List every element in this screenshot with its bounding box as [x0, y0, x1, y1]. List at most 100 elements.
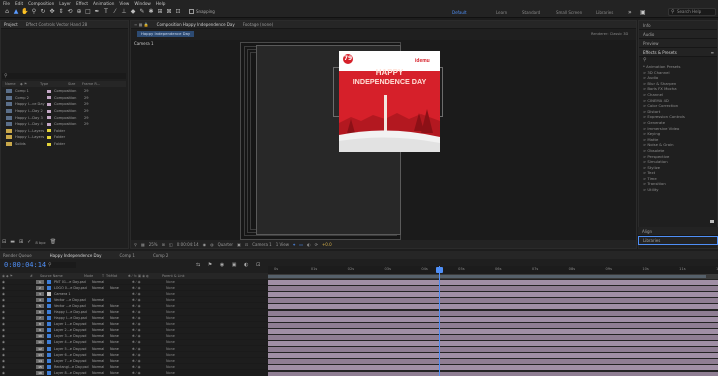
- orbit-camera-icon[interactable]: ↻: [39, 8, 47, 16]
- layer-name[interactable]: Vector ...e Day.psd: [54, 304, 92, 308]
- snapping-toggle[interactable]: Snapping: [189, 9, 215, 14]
- resolution-select[interactable]: Quarter: [218, 242, 233, 247]
- align-panel-tab[interactable]: Align: [638, 227, 718, 236]
- track-matte-select[interactable]: None: [110, 365, 132, 369]
- layer-switches[interactable]: ✱ ⁄ ◉: [132, 371, 166, 375]
- layer-duration-bar[interactable]: [268, 322, 718, 328]
- preview-panel-tab[interactable]: Preview: [639, 39, 717, 48]
- av-switches-header[interactable]: ◉ ◆ ⚑: [0, 274, 30, 278]
- new-folder-icon[interactable]: ▬: [10, 239, 15, 245]
- label-color-swatch[interactable]: [47, 102, 51, 106]
- visibility-eye-icon[interactable]: ◉: [0, 310, 10, 314]
- workspace-menu-icon[interactable]: »: [628, 6, 632, 18]
- layer-switches[interactable]: ✱ ⁄ ◉: [132, 347, 166, 351]
- layer-name[interactable]: Layer 3...e Day.psd: [54, 334, 92, 338]
- menu-view[interactable]: View: [119, 1, 129, 6]
- track-matte-select[interactable]: None: [110, 286, 132, 290]
- visibility-eye-icon[interactable]: ◉: [0, 286, 10, 290]
- project-item[interactable]: Happy I...Day 4 Composition 29: [2, 121, 126, 128]
- layer-mode-select[interactable]: Normal: [92, 371, 110, 375]
- workspace-libraries[interactable]: Libraries: [596, 6, 613, 18]
- layer-switches[interactable]: ✱ ⁄ ◉: [132, 359, 166, 363]
- puppet-pin-icon[interactable]: ✱: [147, 8, 155, 16]
- poster-artwork[interactable]: 79 idemu HAPPY INDEPENDENCE DAY: [339, 51, 440, 152]
- layer-switches[interactable]: ✱ ⁄ ◉: [132, 340, 166, 344]
- layer-switches[interactable]: ✱ ⁄ ◉: [132, 316, 166, 320]
- layer-duration-bar[interactable]: [268, 371, 718, 376]
- layer-mode-select[interactable]: Normal: [92, 347, 110, 351]
- label-color-swatch[interactable]: [47, 89, 51, 93]
- visibility-eye-icon[interactable]: ◉: [0, 347, 10, 351]
- brush-tool-icon[interactable]: ⁄: [111, 8, 119, 16]
- menu-layer[interactable]: Layer: [59, 1, 71, 6]
- layer-name[interactable]: Happy I...e Day.psd: [54, 310, 92, 314]
- workspace-learn[interactable]: Learn: [496, 6, 507, 18]
- layer-name[interactable]: Happy I...e Day.psd: [54, 316, 92, 320]
- snapshot-icon[interactable]: ◱: [169, 242, 173, 247]
- workspace-small-screen[interactable]: Small Screen: [556, 6, 582, 18]
- visibility-eye-icon[interactable]: ◉: [0, 304, 10, 308]
- toggle-transparency-icon[interactable]: ⊞: [162, 242, 165, 247]
- layer-duration-bar[interactable]: [268, 292, 718, 298]
- col-size[interactable]: Size: [68, 82, 82, 86]
- fullscreen-icon[interactable]: ▣: [640, 6, 646, 18]
- search-help-input[interactable]: ⚲ Search Help: [668, 8, 716, 16]
- pen-tool-icon[interactable]: ✒: [93, 8, 101, 16]
- hand-tool-icon[interactable]: ✋: [21, 8, 29, 16]
- visibility-eye-icon[interactable]: ◉: [0, 316, 10, 320]
- col-source-name[interactable]: Source Name: [40, 274, 84, 278]
- project-settings-icon[interactable]: ✓: [27, 239, 31, 245]
- tab-render-queue[interactable]: Render Queue: [3, 253, 32, 258]
- layer-mode-select[interactable]: Normal: [92, 334, 110, 338]
- project-item[interactable]: Comp 1 Composition 29: [2, 88, 126, 95]
- track-matte-select[interactable]: None: [110, 347, 132, 351]
- zoom-select[interactable]: 25%: [149, 242, 158, 247]
- world-axis-icon[interactable]: ⊠: [165, 8, 173, 16]
- layer-switches[interactable]: ✱ ⁄ ◉: [132, 322, 166, 326]
- track-matte-select[interactable]: None: [110, 371, 132, 375]
- layer-duration-bar[interactable]: [268, 310, 718, 316]
- workspace-default[interactable]: Default: [452, 6, 467, 18]
- exposure-icon[interactable]: ⟳: [315, 242, 318, 247]
- magnification-icon[interactable]: ⚲: [134, 242, 137, 247]
- parent-select[interactable]: None: [166, 359, 175, 363]
- layer-name[interactable]: LOGO 0...e Day.psd: [54, 286, 92, 290]
- track-matte-select[interactable]: None: [110, 359, 132, 363]
- info-panel-tab[interactable]: Info: [639, 21, 717, 30]
- col-trkmat[interactable]: TrkMat: [106, 274, 128, 278]
- layer-switches-header[interactable]: ✱ ⁄ fx ▣ ◉ ◐: [128, 274, 162, 278]
- dolly-camera-icon[interactable]: ⇕: [57, 8, 65, 16]
- tab-project[interactable]: Project: [4, 22, 18, 27]
- parent-select[interactable]: None: [166, 340, 175, 344]
- tab-footage[interactable]: Footage (none): [243, 22, 273, 27]
- menu-window[interactable]: Window: [134, 1, 151, 6]
- menu-composition[interactable]: Composition: [28, 1, 54, 6]
- layer-duration-bar[interactable]: [268, 316, 718, 322]
- menu-animation[interactable]: Animation: [93, 1, 114, 6]
- label-color-swatch[interactable]: [47, 109, 51, 113]
- parent-select[interactable]: None: [166, 304, 175, 308]
- view-axis-icon[interactable]: ⊡: [174, 8, 182, 16]
- layer-duration-bar[interactable]: [268, 328, 718, 334]
- layer-mode-select[interactable]: Normal: [92, 322, 110, 326]
- track-matte-select[interactable]: None: [110, 304, 132, 308]
- new-comp-icon[interactable]: ⊞: [19, 239, 23, 245]
- layer-switches[interactable]: ✱ ⁄ ◉: [132, 328, 166, 332]
- bpc-label[interactable]: 8 bpc: [35, 240, 46, 245]
- project-item[interactable]: Happy I...Layers Folder: [2, 134, 126, 141]
- track-matte-select[interactable]: None: [110, 316, 132, 320]
- parent-select[interactable]: None: [166, 334, 175, 338]
- layer-switches[interactable]: ✱ ⁄ ◉: [132, 353, 166, 357]
- layer-duration-bar[interactable]: [268, 359, 718, 365]
- comp-subtab[interactable]: Happy Independence Day: [137, 31, 195, 37]
- col-frame-rate[interactable]: Frame R...: [82, 82, 106, 86]
- layer-switches[interactable]: ✱ ⁄ ◉: [132, 280, 166, 284]
- tab-timeline-happy-independence-day[interactable]: Happy Independence Day: [50, 253, 102, 258]
- work-area-bar[interactable]: [268, 274, 718, 279]
- audio-panel-tab[interactable]: Audio: [639, 30, 717, 39]
- layer-switches[interactable]: ✱ ⁄ ◉: [132, 304, 166, 308]
- time-ruler[interactable]: 0s01s02s03s04s05s06s07s08s09s10s11s12s: [268, 266, 718, 274]
- exposure-value[interactable]: +0.0: [322, 242, 332, 247]
- parent-select[interactable]: None: [166, 280, 175, 284]
- roto-brush-icon[interactable]: ✎: [138, 8, 146, 16]
